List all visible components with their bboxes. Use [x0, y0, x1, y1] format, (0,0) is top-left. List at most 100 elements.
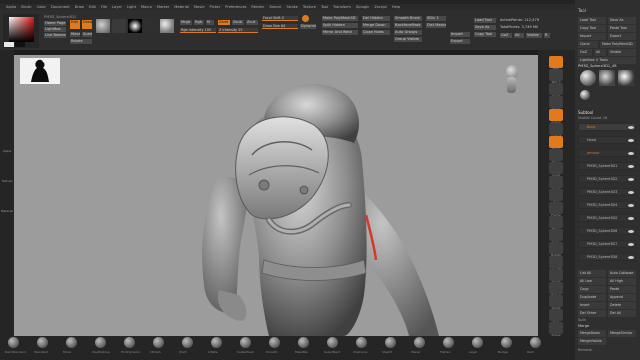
tool-thumb-sphere[interactable] — [580, 70, 596, 86]
brush-selectrect-icon[interactable] — [327, 337, 338, 348]
eye-icon[interactable] — [628, 243, 634, 246]
draw-size-slider[interactable]: Draw Size 64 — [262, 24, 298, 29]
eye-icon[interactable] — [628, 178, 634, 181]
eye-icon[interactable] — [628, 217, 634, 220]
dist-masked-button[interactable]: Dist Masked — [426, 23, 446, 28]
copy-button[interactable]: Copy — [578, 286, 606, 293]
tray-load-tool-button[interactable]: Load Tool — [578, 17, 606, 24]
eye-icon[interactable] — [628, 191, 634, 194]
dynamic-button[interactable]: Dynamic — [300, 24, 316, 29]
smooth-brush-button[interactable]: Smooth Brush — [394, 16, 422, 21]
brush-maskpen-icon[interactable] — [298, 337, 309, 348]
close-holes-button[interactable]: Close Holes — [362, 30, 390, 35]
stroke-thumbnail[interactable] — [112, 19, 126, 33]
tray-import-button[interactable]: Import — [578, 33, 606, 40]
shelf-button-line-fill[interactable] — [549, 255, 563, 268]
sdiv-slider[interactable]: SDiv 1 — [426, 16, 446, 21]
make-polymesh-button[interactable]: Make PolyMesh3D — [322, 16, 358, 21]
merge-down-button[interactable]: Merge Down — [362, 23, 390, 28]
brush-clipcurve-icon[interactable] — [356, 337, 367, 348]
shelf-button-solo[interactable] — [549, 308, 563, 321]
main-color-swatch[interactable] — [4, 42, 14, 47]
m-button[interactable]: M — [206, 20, 214, 25]
brush-inflate-icon[interactable] — [211, 337, 222, 348]
z-intensity-slider[interactable]: Z Intensity 25 — [218, 28, 258, 33]
tray-make-polymesh-button[interactable]: Make PolyMesh3D — [600, 41, 636, 48]
material-thumbnail[interactable] — [160, 19, 174, 33]
navigation-gizmo-icon[interactable] — [502, 65, 520, 95]
brush-thumbnail[interactable] — [96, 19, 110, 33]
alpha-thumbnail[interactable] — [128, 19, 142, 33]
zsub-button[interactable]: Zsub — [232, 20, 244, 25]
brush-layer-icon[interactable] — [472, 337, 483, 348]
lightbox-button[interactable]: LightBox — [44, 27, 66, 32]
paste-button[interactable]: Paste — [608, 286, 636, 293]
tool-thumb-simple-brush[interactable] — [599, 70, 615, 86]
topbar-all-button[interactable]: All — [514, 33, 524, 38]
move-button[interactable]: Move — [70, 32, 80, 37]
topbar-visible-button[interactable]: Visible — [526, 33, 542, 38]
brush-standard-icon[interactable] — [37, 337, 48, 348]
shelf-button-scroll[interactable] — [549, 82, 563, 95]
rgb-button[interactable]: Rgb — [194, 20, 204, 25]
brush-pinch-icon[interactable] — [182, 337, 193, 348]
all-high-button[interactable]: All High — [608, 278, 636, 285]
tray-visible-button[interactable]: Visible — [608, 49, 636, 56]
zcut-button[interactable]: Zcut — [246, 20, 258, 25]
live-boolean-button[interactable]: Live Boolean — [44, 33, 66, 38]
mirror-weld-button[interactable]: Mirror And Weld — [322, 30, 358, 35]
brush-hpolish-icon[interactable] — [153, 337, 164, 348]
del-hidden-button[interactable]: Del Hidden — [362, 16, 390, 21]
brush-move-icon[interactable] — [66, 337, 77, 348]
brush-snakehook-icon[interactable] — [240, 337, 251, 348]
shelf-button-lsym[interactable] — [549, 175, 563, 188]
tray-goz-button[interactable]: GoZ — [578, 49, 592, 56]
left-shelf-material[interactable]: Material — [0, 210, 16, 213]
topbar-r-button[interactable]: R — [544, 33, 550, 38]
list-all-button[interactable]: List All — [578, 270, 606, 277]
tool-thumb-polymesh[interactable] — [618, 70, 634, 86]
group-visible-button[interactable]: Group Visible — [394, 37, 422, 42]
duplicate-button[interactable]: Duplicate — [578, 294, 606, 301]
shelf-button-aahalf[interactable] — [549, 122, 563, 135]
topbar-copy-tool-button[interactable]: Copy Tool — [474, 32, 496, 37]
color-picker[interactable] — [3, 14, 39, 48]
eye-icon[interactable] — [628, 230, 634, 233]
remesh-section[interactable]: Remesh — [578, 348, 618, 353]
brush-dam-icon[interactable] — [530, 337, 541, 348]
merge-section[interactable]: Merge — [578, 324, 618, 329]
shelf-button-move[interactable] — [549, 215, 563, 228]
tray-paste-tool-button[interactable]: Paste Tool — [608, 25, 636, 32]
tray-save-as-button[interactable]: Save As — [608, 17, 636, 24]
insert-button[interactable]: Insert — [578, 302, 606, 309]
home-page-button[interactable]: Home Page — [44, 21, 66, 26]
auto-collapse-button[interactable]: Auto Collapse — [608, 270, 636, 277]
shelf-button-polyf[interactable] — [549, 268, 563, 281]
scale-button[interactable]: Scale — [82, 32, 92, 37]
brush-smooth-icon[interactable] — [269, 337, 280, 348]
tray-all-button[interactable]: All — [594, 49, 606, 56]
eye-icon[interactable] — [628, 165, 634, 168]
rotate-button[interactable]: Rotate — [70, 39, 92, 44]
del-other-button[interactable]: Del Other — [578, 310, 606, 317]
brush-trimdynamic-icon[interactable] — [124, 337, 135, 348]
mrgb-button[interactable]: Mrgb — [180, 20, 192, 25]
delete-button[interactable]: Delete — [608, 302, 636, 309]
brush-nudge-icon[interactable] — [501, 337, 512, 348]
backface-mask-button[interactable]: BackfaceMask — [394, 23, 422, 28]
topbar-save-as-button[interactable]: Save As — [474, 25, 496, 30]
append-button[interactable]: Append — [608, 294, 636, 301]
draw-button[interactable]: Draw — [82, 20, 92, 29]
document-canvas[interactable] — [14, 55, 538, 336]
topbar-import-button[interactable]: Import — [450, 32, 470, 37]
rgb-intensity-slider[interactable]: Rgb Intensity 100 — [180, 28, 216, 33]
symmetry-toggle-icon[interactable] — [302, 15, 309, 22]
brush-damstandard-icon[interactable] — [8, 337, 19, 348]
left-shelf-alpha[interactable]: Alpha — [0, 150, 16, 153]
secondary-color-swatch[interactable] — [15, 42, 25, 47]
subtool-header[interactable]: Subtool — [578, 110, 593, 115]
brush-slash3-icon[interactable] — [385, 337, 396, 348]
edit-button[interactable]: Edit — [70, 20, 80, 29]
tool-thumb-current[interactable] — [580, 90, 590, 100]
brush-planar-icon[interactable] — [414, 337, 425, 348]
